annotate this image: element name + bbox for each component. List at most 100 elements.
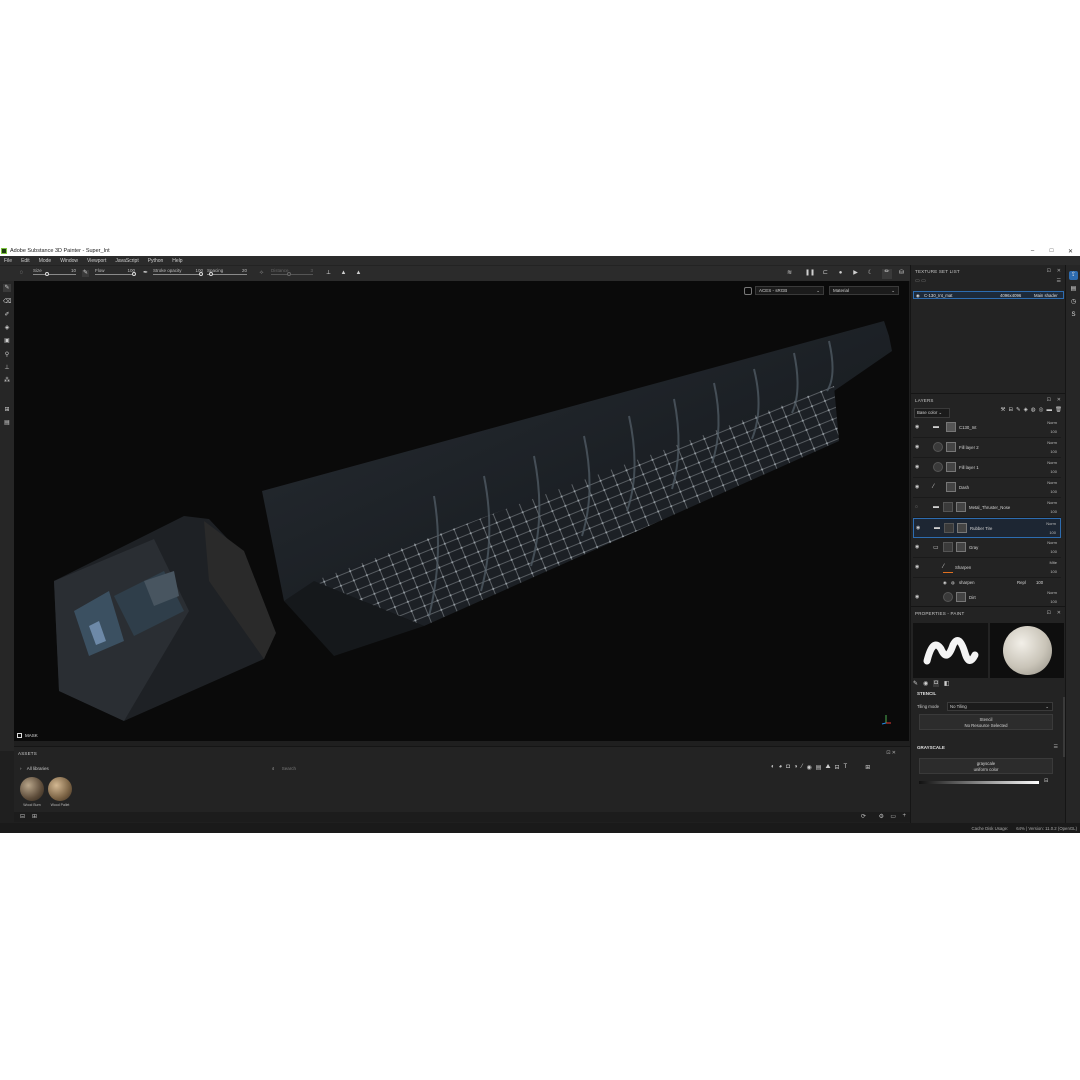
eraser-icon[interactable]: ⌫ — [3, 298, 11, 306]
colorspace-dropdown[interactable]: ACES - sRGB ⌄ — [755, 286, 824, 295]
filter-smart-material-icon[interactable]: ◕ — [779, 764, 783, 771]
color-picker-icon[interactable]: ⊟ — [1044, 778, 1048, 784]
shield-icon[interactable] — [744, 287, 752, 295]
layer-row[interactable]: ◉ Dirt Norm 100 — [913, 588, 1061, 606]
texture-set-row[interactable]: ◉ C-130_Int_mat 4096x4096 Main shader — [913, 291, 1064, 299]
tab-stencil-icon[interactable]: ◘ — [933, 680, 939, 687]
eye-icon[interactable]: ◉ — [915, 484, 919, 490]
layer-opacity[interactable]: 100 — [1050, 449, 1057, 454]
size-slider-knob[interactable] — [45, 272, 49, 276]
panel-menu-icon[interactable]: ⊡ ✕ — [886, 750, 896, 756]
delete-layer-icon[interactable]: 🗑 — [1055, 407, 1062, 413]
blend-mode[interactable]: Norm — [1047, 440, 1057, 445]
blend-mode[interactable]: Norm — [1047, 500, 1057, 505]
blend-mode[interactable]: Norm — [1046, 521, 1056, 526]
import-icon[interactable]: ⊟ — [20, 813, 25, 820]
fps-icon[interactable]: ≋ — [786, 270, 793, 277]
eye-icon[interactable]: ◉ — [915, 564, 919, 570]
layer-row[interactable]: ◉ ⁄ Dash Norm 100 — [913, 478, 1061, 498]
spacing-slider[interactable] — [207, 272, 247, 276]
grayscale-resource-button[interactable]: grayscale uniform color — [919, 758, 1053, 774]
document-icon[interactable]: ▤ — [1069, 285, 1078, 294]
symmetry-icon[interactable]: ⟂ — [325, 270, 332, 277]
channel-dropdown[interactable]: Base color ⌄ — [914, 408, 950, 418]
eye-icon[interactable]: ◉ — [916, 293, 920, 299]
uv-icon[interactable]: ▭ — [921, 278, 926, 284]
projection-icon[interactable]: ✐ — [3, 311, 11, 319]
layer-opacity[interactable]: 100 — [1049, 530, 1056, 535]
material-ball-icon[interactable]: ● — [837, 270, 844, 277]
environment-icon[interactable]: ☾ — [867, 270, 874, 277]
effect-row[interactable]: ◉ ◍ sharpen Repl 100 — [913, 578, 1061, 588]
filter-alpha-icon[interactable]: ⊟ — [834, 764, 839, 771]
effect-opacity[interactable]: 100 — [1036, 580, 1043, 585]
layer-opacity[interactable]: 100 — [1050, 509, 1057, 514]
menu-edit[interactable]: Edit — [21, 258, 30, 264]
filter-brush-icon[interactable]: ⁄ — [802, 764, 803, 771]
close-icon[interactable]: ✕ — [1057, 397, 1061, 403]
3d-viewport[interactable]: ACES - sRGB ⌄ Material ⌄ MASK — [14, 281, 909, 741]
eye-icon[interactable]: ◉ — [916, 525, 920, 531]
mask-checkbox-icon[interactable] — [17, 733, 22, 738]
layer-row[interactable]: ◉ Fill layer 2 Norm 100 — [913, 438, 1061, 458]
menu-viewport[interactable]: Viewport — [87, 258, 106, 264]
blend-mode[interactable]: Norm — [1047, 480, 1057, 485]
close-window-button[interactable]: ✕ — [1061, 248, 1080, 255]
layer-row[interactable]: ◉ Fill layer 1 Norm 100 — [913, 458, 1061, 478]
layer-row[interactable]: ◉ ▬ C130_Int Norm 100 — [913, 418, 1061, 438]
smudge-icon[interactable]: ▣ — [3, 337, 11, 345]
flow-slider-knob[interactable] — [132, 272, 136, 276]
maximize-button[interactable]: □ — [1042, 248, 1061, 254]
history-icon[interactable]: ◷ — [1069, 298, 1078, 307]
effect-blend[interactable]: Repl — [1017, 580, 1026, 585]
layer-opacity[interactable]: 100 — [1050, 489, 1057, 494]
blend-mode[interactable]: Norm — [1047, 420, 1057, 425]
menu-mode[interactable]: Mode — [39, 258, 52, 264]
add-icon[interactable]: + — [902, 813, 906, 819]
settings-list-icon[interactable]: ☰ — [1057, 278, 1061, 284]
layer-row[interactable]: ◌ ▬ Metal_Thruster_Nose Norm 100 — [913, 498, 1061, 518]
eye-icon[interactable]: ◉ — [915, 594, 919, 600]
flow-slider[interactable] — [95, 272, 136, 276]
eye-icon[interactable]: ◉ — [915, 424, 919, 430]
layer-opacity[interactable]: 100 — [1050, 549, 1057, 554]
filter-particle-icon[interactable]: ◉ — [807, 764, 812, 771]
close-icon[interactable]: ✕ — [1057, 268, 1061, 274]
pen-icon[interactable]: ✒ — [142, 270, 149, 277]
paint-brush-icon[interactable]: ✎ — [3, 284, 11, 292]
settings-icon[interactable]: ⚙ — [879, 813, 884, 820]
pause-render-icon[interactable]: ❚❚ — [805, 270, 815, 277]
baking-icon[interactable]: ⛁ — [898, 270, 905, 277]
filter-filter-icon[interactable]: ◑ — [794, 764, 798, 771]
tab-brush-icon[interactable]: ✎ — [913, 680, 918, 687]
share-icon[interactable]: ⇪ — [1069, 271, 1078, 280]
substance-icon[interactable]: S — [1069, 311, 1078, 320]
clone-icon[interactable]: ⚲ — [3, 351, 11, 359]
layer-row[interactable]: ◉ ▭ Gray Norm 100 — [913, 538, 1061, 558]
new-library-icon[interactable]: ⊞ — [32, 813, 37, 820]
camera-split-icon[interactable]: ⊏ — [822, 270, 829, 277]
menu-python[interactable]: Python — [148, 258, 164, 264]
layer-row[interactable]: ◉ ⁄ Sharpen Mlte 100 — [913, 558, 1061, 578]
layer-opacity[interactable]: 100 — [1050, 469, 1057, 474]
grid-view-icon[interactable]: ⊞ — [865, 764, 870, 771]
add-effect-icon[interactable]: ⚒ — [1001, 407, 1006, 413]
stroke-opacity-slider[interactable] — [153, 272, 203, 276]
mirror-icon[interactable]: ▲ — [340, 270, 347, 277]
pen-pressure-icon[interactable]: ✎ — [82, 270, 89, 277]
mask-toggle[interactable]: MASK — [17, 733, 38, 738]
menu-javascript[interactable]: JavaScript — [115, 258, 138, 264]
mirror-alt-icon[interactable]: ▲ — [355, 270, 362, 277]
spacing-slider-knob[interactable] — [209, 272, 213, 276]
stencil-resource-button[interactable]: Stencil No Resource Selected — [919, 714, 1053, 730]
video-camera-icon[interactable]: ▶ — [852, 270, 859, 277]
size-slider[interactable] — [33, 272, 76, 276]
add-mask-icon[interactable]: ⊟ — [1008, 407, 1013, 413]
tab-material-icon[interactable]: ◉ — [923, 680, 928, 687]
tab-grayscale-icon[interactable]: ◧ — [944, 680, 950, 687]
undock-icon[interactable]: ⊡ — [1047, 610, 1051, 616]
add-paint-layer-icon[interactable]: ✎ — [1016, 407, 1021, 413]
tiling-mode-dropdown[interactable]: No Tiling ⌄ — [947, 702, 1053, 711]
minimize-button[interactable]: – — [1023, 248, 1042, 254]
add-layer-instance-icon[interactable]: ◎ — [1039, 407, 1044, 413]
